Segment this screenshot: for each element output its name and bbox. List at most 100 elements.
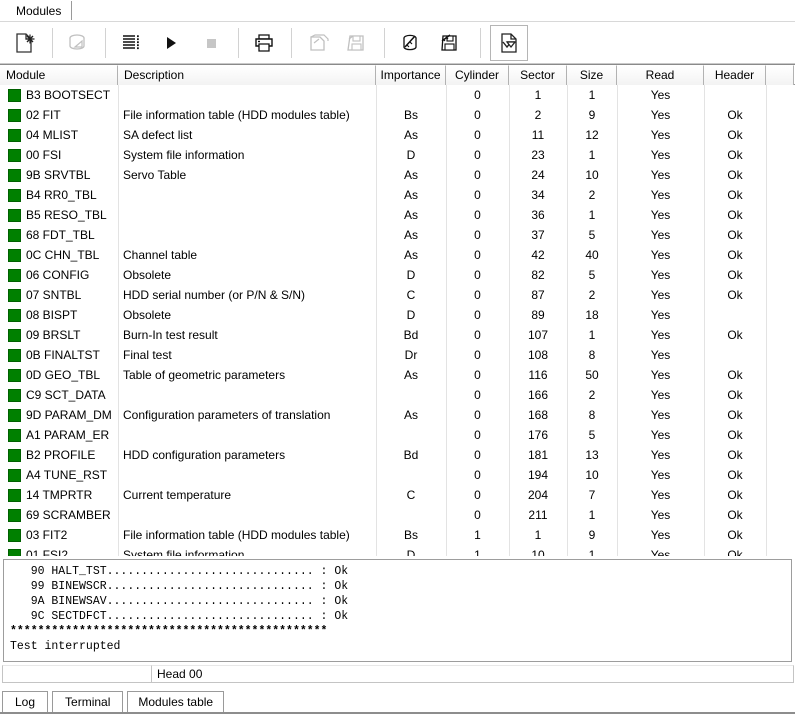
cell-read: Yes [617, 165, 704, 185]
cell-importance: Bd [376, 325, 446, 345]
cell-importance: C [376, 285, 446, 305]
table-row[interactable]: 00 FSISystem file informationD0231YesOk [0, 145, 795, 165]
column-header-sector[interactable]: Sector [509, 65, 567, 85]
cell-header: Ok [704, 185, 766, 205]
log-output-pane[interactable]: 90 HALT_TST.............................… [3, 559, 792, 662]
table-row[interactable]: A4 TUNE_RST019410YesOk [0, 465, 795, 485]
toolbar-separator-5 [384, 28, 385, 58]
table-row[interactable]: 07 SNTBLHDD serial number (or P/N & S/N)… [0, 285, 795, 305]
module-name: 07 SNTBL [26, 285, 81, 305]
printer-icon-button[interactable] [245, 25, 283, 61]
list-icon-button[interactable] [112, 25, 150, 61]
cell-importance: As [376, 225, 446, 245]
cell-module: A4 TUNE_RST [0, 465, 118, 485]
cell-description: Table of geometric parameters [118, 365, 376, 385]
table-row[interactable]: 04 MLISTSA defect listAs01112YesOk [0, 125, 795, 145]
table-row[interactable]: 03 FIT2File information table (HDD modul… [0, 525, 795, 545]
modules-table[interactable]: ModuleDescriptionImportanceCylinderSecto… [0, 64, 795, 556]
table-row[interactable]: B2 PROFILEHDD configuration parametersBd… [0, 445, 795, 465]
table-row[interactable]: 02 FITFile information table (HDD module… [0, 105, 795, 125]
table-row[interactable]: 68 FDT_TBLAs0375YesOk [0, 225, 795, 245]
cell-extra [766, 125, 794, 145]
status-indicator-ok [8, 549, 21, 557]
cell-description: File information table (HDD modules tabl… [118, 105, 376, 125]
cell-header: Ok [704, 425, 766, 445]
module-name: B4 RR0_TBL [26, 185, 97, 205]
cell-size: 12 [567, 125, 617, 145]
column-header-description[interactable]: Description [118, 65, 376, 85]
log-line: 9C SECTDFCT.............................… [10, 609, 791, 624]
save-module-icon-button[interactable] [338, 25, 376, 61]
cell-module: B4 RR0_TBL [0, 185, 118, 205]
table-row[interactable]: B3 BOOTSECT011Yes [0, 85, 795, 105]
column-header-extra[interactable] [766, 65, 794, 85]
play-icon-button[interactable] [152, 25, 190, 61]
cell-module: 69 SCRAMBER [0, 505, 118, 525]
cell-sector: 107 [509, 325, 567, 345]
module-name: 09 BRSLT [26, 325, 80, 345]
table-row[interactable]: A1 PARAM_ER01765YesOk [0, 425, 795, 445]
table-row[interactable]: 01 FSI2System file informationD1101YesOk [0, 545, 795, 556]
table-row[interactable]: C9 SCT_DATA01662YesOk [0, 385, 795, 405]
module-name: 14 TMPRTR [26, 485, 92, 505]
cell-importance: Bs [376, 525, 446, 545]
cell-extra [766, 305, 794, 325]
cell-sector: 211 [509, 505, 567, 525]
table-row[interactable]: 08 BISPTObsoleteD08918Yes [0, 305, 795, 325]
table-row[interactable]: 14 TMPRTRCurrent temperatureC02047YesOk [0, 485, 795, 505]
table-row[interactable]: B4 RR0_TBLAs0342YesOk [0, 185, 795, 205]
table-row[interactable]: 06 CONFIGObsoleteD0825YesOk [0, 265, 795, 285]
table-row[interactable]: 9D PARAM_DMConfiguration parameters of t… [0, 405, 795, 425]
cell-description: Burn-In test result [118, 325, 376, 345]
cell-read: Yes [617, 345, 704, 365]
table-row[interactable]: 0D GEO_TBLTable of geometric parametersA… [0, 365, 795, 385]
cell-sector: 194 [509, 465, 567, 485]
new-file-icon-button[interactable] [6, 25, 44, 61]
cell-importance: D [376, 145, 446, 165]
column-header-module[interactable]: Module [0, 65, 118, 85]
status-indicator-ok [8, 129, 21, 142]
cell-extra [766, 445, 794, 465]
cell-description [118, 385, 376, 405]
bottom-tab-log[interactable]: Log [2, 691, 48, 712]
cell-size: 1 [567, 145, 617, 165]
cell-module: 08 BISPT [0, 305, 118, 325]
column-header-importance[interactable]: Importance [376, 65, 446, 85]
table-row[interactable]: 0C CHN_TBLChannel tableAs04240YesOk [0, 245, 795, 265]
status-indicator-ok [8, 209, 21, 222]
cell-description: System file information [118, 545, 376, 556]
cell-size: 1 [567, 545, 617, 556]
column-divider [446, 85, 447, 556]
column-header-read[interactable]: Read [617, 65, 704, 85]
table-header-row: ModuleDescriptionImportanceCylinderSecto… [0, 65, 795, 85]
load-from-drive-icon-button[interactable] [59, 25, 97, 61]
table-body[interactable]: B3 BOOTSECT011Yes02 FITFile information … [0, 85, 795, 556]
printer-icon [252, 31, 276, 55]
cell-size: 5 [567, 225, 617, 245]
column-header-cylinder[interactable]: Cylinder [446, 65, 509, 85]
cell-read: Yes [617, 265, 704, 285]
cell-description [118, 205, 376, 225]
table-row[interactable]: 69 SCRAMBER02111YesOk [0, 505, 795, 525]
cell-size: 18 [567, 305, 617, 325]
table-row[interactable]: B5 RESO_TBLAs0361YesOk [0, 205, 795, 225]
stop-icon-button[interactable] [192, 25, 230, 61]
read-modules-icon-button[interactable] [391, 25, 429, 61]
table-row[interactable]: 09 BRSLTBurn-In test resultBd01071YesOk [0, 325, 795, 345]
column-header-header[interactable]: Header [704, 65, 766, 85]
cell-read: Yes [617, 505, 704, 525]
table-row[interactable]: 9B SRVTBLServo TableAs02410YesOk [0, 165, 795, 185]
column-header-size[interactable]: Size [567, 65, 617, 85]
tab-modules[interactable]: Modules [6, 1, 72, 20]
write-modules-icon-button[interactable] [431, 25, 469, 61]
cell-size: 1 [567, 85, 617, 105]
cell-cylinder: 0 [446, 365, 509, 385]
table-row[interactable]: 0B FINALTSTFinal testDr01088Yes [0, 345, 795, 365]
import-module-icon-button[interactable] [298, 25, 336, 61]
export-icon-button[interactable] [490, 25, 528, 61]
cell-extra [766, 505, 794, 525]
cell-description: System file information [118, 145, 376, 165]
bottom-tab-modules-table[interactable]: Modules table [127, 691, 224, 712]
bottom-tab-terminal[interactable]: Terminal [52, 691, 123, 712]
module-name: 08 BISPT [26, 305, 77, 325]
